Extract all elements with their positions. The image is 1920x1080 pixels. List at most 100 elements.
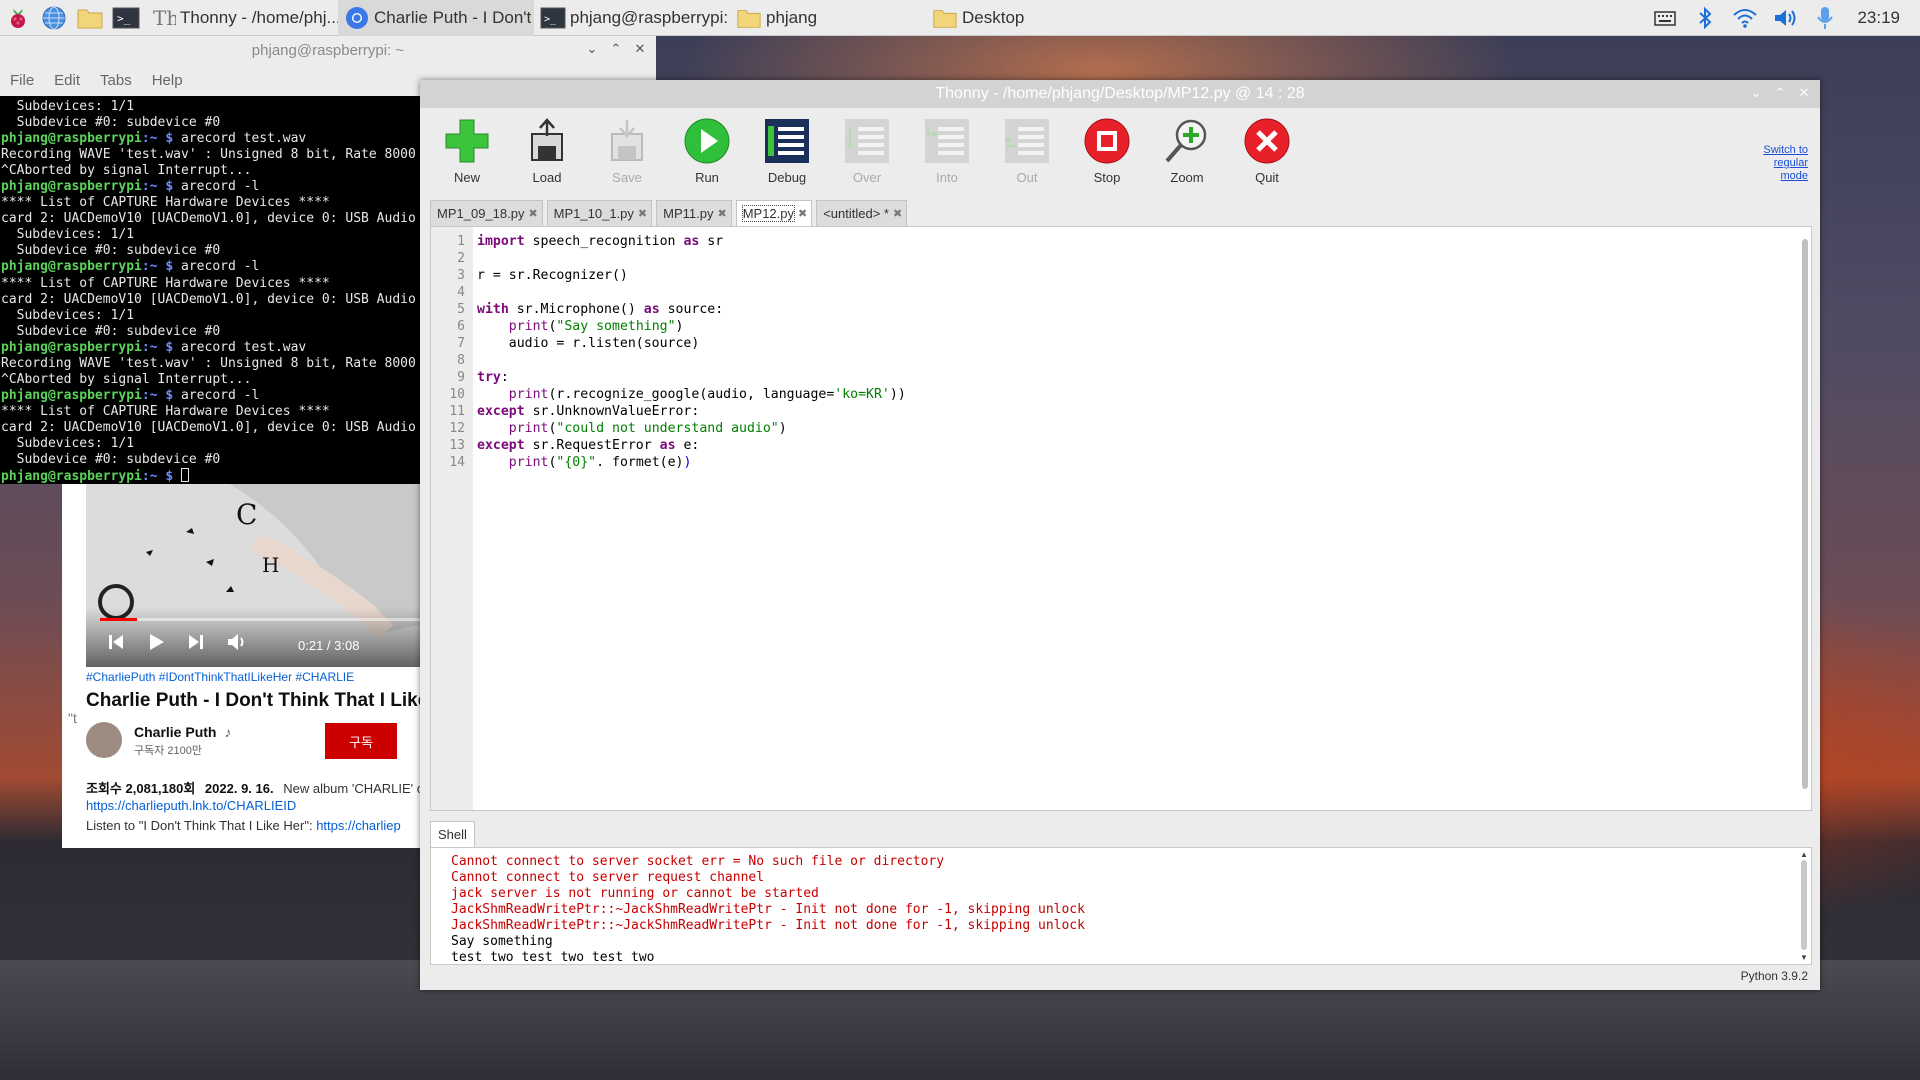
line-number: 1 (457, 234, 465, 249)
task-folder-desktop[interactable]: Desktop (926, 0, 1122, 36)
switch-to-regular-mode-link[interactable]: Switch to regular mode (1763, 144, 1808, 183)
shell-output-line: Say something (451, 934, 553, 949)
close-button[interactable]: ✕ (1796, 84, 1812, 102)
tab-mp1-09-18[interactable]: MP1_09_18.py ✖ (430, 200, 543, 226)
tab-mp11[interactable]: MP11.py ✖ (656, 200, 732, 226)
menu-tabs[interactable]: Tabs (90, 72, 142, 89)
web-browser-launcher[interactable] (36, 0, 72, 36)
thonny-title: Thonny - /home/phjang/Desktop/MP12.py @ … (935, 85, 1305, 102)
video-progress-bar[interactable] (100, 618, 434, 621)
microphone-tray-button[interactable] (1805, 0, 1845, 36)
step-over-icon (845, 119, 889, 163)
task-chromium[interactable]: Charlie Puth - I Don't ... (338, 0, 534, 36)
tab-close-icon[interactable]: ✖ (717, 207, 726, 220)
scroll-up-icon[interactable]: ▲ (1799, 850, 1809, 859)
code-line-7: audio = r.listen(source) (477, 336, 700, 351)
tab-mp1-10-1[interactable]: MP1_10_1.py ✖ (546, 200, 653, 226)
description-line-2: https://charlieputh.lnk.to/CHARLIEID (86, 798, 296, 813)
music-note-icon: ♪ (224, 724, 232, 740)
run-button[interactable]: Run (672, 108, 742, 188)
terminal-text: Subdevice #0: subdevice #0 (1, 243, 221, 259)
scrollbar-thumb[interactable] (1801, 860, 1807, 950)
terminal-line: phjang@raspberrypi:~ $ arecord -l (1, 388, 420, 404)
interpreter-status[interactable]: Python 3.9.2 (1741, 969, 1808, 983)
zoom-button[interactable]: Zoom (1152, 108, 1222, 188)
shell-panel[interactable]: Cannot connect to server socket err = No… (430, 847, 1812, 965)
maximize-button[interactable]: ⌃ (1772, 84, 1788, 102)
code-line-1: import speech_recognition as sr (477, 234, 724, 249)
stop-button[interactable]: Stop (1072, 108, 1142, 188)
load-button[interactable]: Load (512, 108, 582, 188)
code-text[interactable]: import speech_recognition as sr r = sr.R… (477, 233, 906, 471)
speaker-icon (1775, 10, 1796, 26)
mute-button[interactable] (226, 632, 248, 657)
tab-close-icon[interactable]: ✖ (528, 207, 537, 220)
save-button[interactable]: Save (592, 108, 662, 188)
terminal-line: phjang@raspberrypi:~ $ arecord test.wav (1, 131, 420, 147)
video-player[interactable]: C H 0:21 / 3:08 (86, 482, 434, 667)
clock[interactable]: 23:19 (1845, 8, 1920, 28)
tab-untitled[interactable]: <untitled> * ✖ (816, 200, 908, 226)
scrollbar-thumb[interactable] (1802, 239, 1808, 789)
maximize-button[interactable]: ⌃ (608, 40, 624, 58)
shell-output[interactable]: Cannot connect to server socket err = No… (451, 854, 1085, 966)
song-link[interactable]: https://charliep (316, 818, 401, 833)
description-line-3: Listen to "I Don't Think That I Like Her… (86, 818, 401, 833)
task-terminal[interactable]: >_ phjang@raspberrypi: ... (534, 0, 730, 36)
thonny-titlebar[interactable]: Thonny - /home/phjang/Desktop/MP12.py @ … (420, 80, 1820, 108)
prompt-path: :~ $ (141, 259, 174, 275)
tab-label: MP11.py (663, 206, 714, 221)
terminal-launcher[interactable]: >_ (108, 0, 144, 36)
wifi-tray-button[interactable] (1725, 0, 1765, 36)
tab-close-icon[interactable]: ✖ (798, 207, 807, 220)
debug-button[interactable]: Debug (752, 108, 822, 188)
video-hashtags[interactable]: #CharliePuth #IDontThinkThatILikeHer #CH… (86, 670, 354, 684)
album-link[interactable]: https://charlieputh.lnk.to/CHARLIEID (86, 798, 296, 813)
step-over-button[interactable]: Over (832, 108, 902, 188)
channel-name[interactable]: Charlie Puth ♪ (134, 724, 231, 740)
menu-help[interactable]: Help (142, 72, 193, 89)
collapsed-text-stub: "t (68, 710, 77, 726)
previous-button[interactable] (106, 632, 126, 657)
scroll-down-icon[interactable]: ▼ (1799, 953, 1809, 962)
step-out-button[interactable]: Out (992, 108, 1062, 188)
prompt-user: phjang@raspberrypi (1, 179, 142, 195)
channel-avatar[interactable] (86, 722, 122, 758)
step-into-button[interactable]: Into (912, 108, 982, 188)
tool-label: Quit (1255, 170, 1279, 185)
terminal-titlebar[interactable]: phjang@raspberrypi: ~ ⌄ ⌃ ✕ (0, 36, 656, 64)
terminal-text: Recording WAVE 'test.wav' : Unsigned 8 b… (1, 147, 416, 163)
new-button[interactable]: New (432, 108, 502, 188)
editor-scrollbar[interactable] (1801, 229, 1809, 807)
switch-mode-line: Switch to (1763, 144, 1808, 156)
code-editor[interactable]: 1 2 3 4 5 6 7 8 9 10 11 12 13 14 import speech_recogn… (430, 226, 1812, 811)
keyboard-tray-button[interactable] (1645, 0, 1685, 36)
menu-file[interactable]: File (0, 72, 44, 89)
shell-scrollbar[interactable]: ▲ ▼ (1799, 850, 1809, 962)
tab-mp12[interactable]: MP12.py ✖ (735, 200, 813, 226)
play-button[interactable] (146, 632, 166, 657)
menu-edit[interactable]: Edit (44, 72, 90, 89)
svg-text:>_: >_ (544, 14, 557, 25)
raspberry-menu-button[interactable] (0, 0, 36, 36)
terminal-text: Subdevices: 1/1 (1, 307, 135, 323)
task-thonny[interactable]: Th Thonny - /home/phj... (144, 0, 338, 36)
tab-shell[interactable]: Shell (430, 821, 475, 847)
tab-close-icon[interactable]: ✖ (638, 207, 647, 220)
minimize-button[interactable]: ⌄ (584, 40, 600, 58)
close-button[interactable]: ✕ (632, 40, 648, 58)
minimize-button[interactable]: ⌄ (1748, 84, 1764, 102)
tab-close-icon[interactable]: ✖ (893, 207, 902, 220)
terminal-output[interactable]: Subdevices: 1/1 Subdevice #0: subdevice … (0, 96, 420, 484)
volume-tray-button[interactable] (1765, 0, 1805, 36)
quit-icon (1244, 118, 1290, 164)
terminal-line: phjang@raspberrypi:~ $ arecord -l (1, 259, 420, 275)
next-button[interactable] (186, 632, 206, 657)
file-manager-launcher[interactable] (72, 0, 108, 36)
terminal-icon: >_ (112, 7, 140, 28)
thonny-toolbar: New Load Save Run Debug Over Into Out St… (420, 108, 1820, 188)
subscribe-button[interactable]: 구독 (325, 723, 397, 759)
task-folder-phjang[interactable]: phjang (730, 0, 926, 36)
quit-button[interactable]: Quit (1232, 108, 1302, 188)
bluetooth-tray-button[interactable] (1685, 0, 1725, 36)
